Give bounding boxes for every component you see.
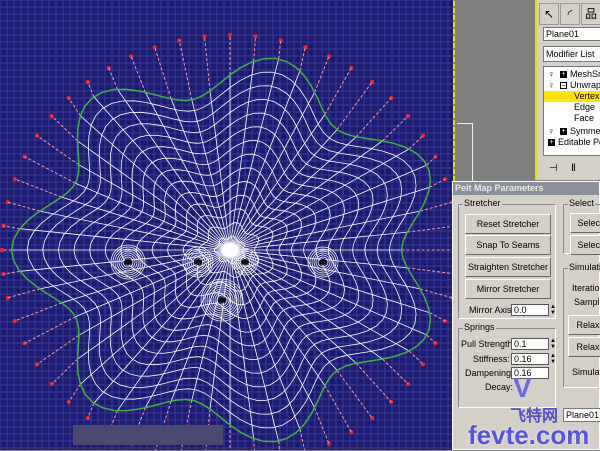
pin-point — [443, 319, 447, 323]
expand-icon[interactable]: + — [560, 71, 567, 78]
uv-viewport[interactable] — [0, 0, 455, 450]
pin-point — [13, 319, 17, 323]
relax-button-2[interactable]: Relax — [568, 337, 600, 357]
stack-item-vertex[interactable]: Vertex — [544, 91, 600, 102]
uv-mesh[interactable] — [0, 0, 455, 450]
pin-point — [202, 34, 206, 38]
viewport-grid — [0, 0, 455, 450]
pin-point — [254, 34, 258, 38]
pin-point — [327, 54, 331, 58]
reset-stretcher-button[interactable]: Reset Stretcher — [465, 214, 551, 234]
pin-point — [67, 96, 71, 100]
simulation-group: Simulation Iterations: Samples: Relax Re… — [563, 268, 600, 388]
status-bar-overlay — [73, 425, 223, 445]
stack-item-face[interactable]: Face — [544, 113, 600, 124]
snap-to-seams-button[interactable]: Snap To Seams — [465, 235, 551, 255]
mesh-hole — [241, 259, 249, 265]
mirror-axis-spinner[interactable]: ▲▼ — [549, 304, 557, 316]
expand-icon[interactable]: + — [560, 128, 567, 135]
editor-gray-area — [457, 0, 535, 180]
pin-point — [23, 341, 27, 345]
dialog-title[interactable]: Pelt Map Parameters — [453, 182, 599, 195]
select-group: Select Select Select — [563, 204, 600, 254]
mesh-hole — [218, 297, 226, 303]
pin-point — [443, 177, 447, 181]
command-panel: ↖ ◜ 品 Plane01 Modifier List ♀+MeshSmooth… — [535, 0, 600, 180]
select-button-1[interactable]: Select — [570, 213, 600, 233]
pin-stack-icon[interactable]: ⊣ — [549, 163, 558, 177]
pull-strength-spinner[interactable]: ▲▼ — [549, 338, 557, 350]
expand-icon[interactable]: + — [548, 139, 555, 146]
pin-point — [433, 155, 437, 159]
pin-point — [13, 177, 17, 181]
stiffness-field[interactable]: 0.16 — [511, 353, 549, 365]
stack-item-symmetry[interactable]: ♀+Symmetry — [544, 126, 600, 137]
modifier-list-dropdown[interactable]: Modifier List — [543, 46, 600, 62]
stack-item-edge[interactable]: Edge — [544, 102, 600, 113]
pin-point — [327, 442, 331, 446]
object-name-field[interactable]: Plane01 — [543, 27, 600, 41]
pin-point — [67, 400, 71, 404]
lightbulb-icon[interactable]: ♀ — [548, 69, 555, 80]
show-end-result-icon[interactable]: Ⅱ — [571, 163, 576, 177]
collapse-icon[interactable]: − — [560, 82, 567, 89]
lightbulb-icon[interactable]: ♀ — [548, 80, 555, 91]
mesh-hole — [319, 259, 327, 265]
stretcher-group: Stretcher Reset Stretcher Snap To Seams … — [458, 204, 556, 319]
mirror-axis-field[interactable]: 0.0 — [511, 304, 549, 316]
mirror-stretcher-button[interactable]: Mirror Stretcher — [465, 279, 551, 299]
pin-point — [349, 430, 353, 434]
stiffness-spinner[interactable]: ▲▼ — [549, 353, 557, 365]
modify-icon[interactable]: ◜ — [560, 3, 580, 25]
modifier-stack[interactable]: ♀+MeshSmooth ♀−Unwrap UVW Vertex Edge Fa… — [543, 66, 600, 156]
relax-button-1[interactable]: Relax — [568, 315, 600, 335]
hierarchy-icon[interactable]: 品 — [581, 3, 600, 25]
create-icon[interactable]: ↖ — [539, 3, 559, 25]
stack-item-meshsmooth[interactable]: ♀+MeshSmooth — [544, 69, 600, 80]
panel-frame — [457, 123, 473, 183]
mesh-hole — [194, 259, 202, 265]
pin-point — [349, 66, 353, 70]
mesh-hole — [124, 259, 132, 265]
pin-point — [129, 54, 133, 58]
stack-item-editable-poly[interactable]: +Editable Poly — [544, 137, 600, 148]
pin-point — [177, 38, 181, 42]
pin-point — [433, 341, 437, 345]
pin-point — [23, 155, 27, 159]
watermark: V 飞特网 fevte.com — [468, 372, 600, 450]
pin-point — [107, 66, 111, 70]
lightbulb-icon[interactable]: ♀ — [548, 126, 555, 137]
stack-item-unwrap[interactable]: ♀−Unwrap UVW — [544, 80, 600, 91]
straighten-stretcher-button[interactable]: Straighten Stretcher — [465, 257, 551, 277]
select-button-2[interactable]: Select — [570, 235, 600, 255]
pull-strength-field[interactable]: 0.1 — [511, 338, 549, 350]
